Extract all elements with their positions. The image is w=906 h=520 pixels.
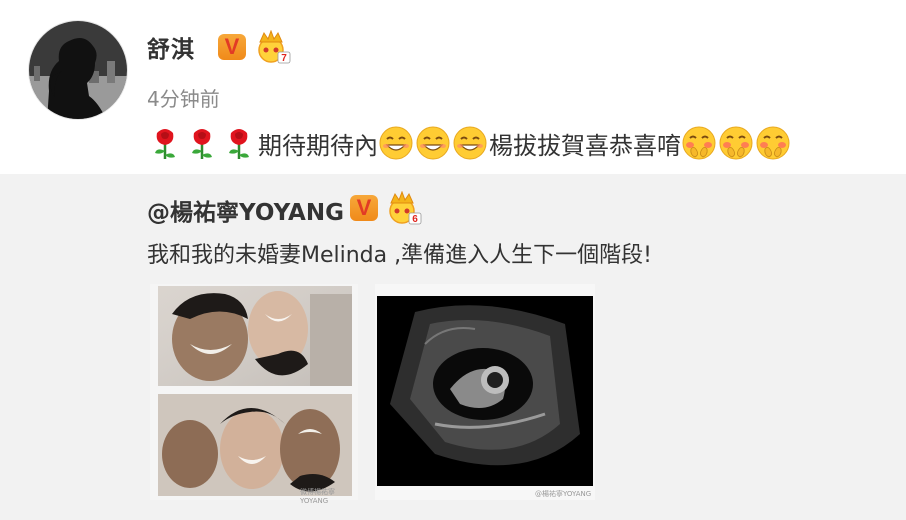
post-text: 期待期待內 楊拔拔賀喜恭喜唷 <box>147 122 792 164</box>
verified-v-badge-icon: V <box>350 195 378 221</box>
vip-crown-icon: 7 <box>258 30 291 64</box>
crown-level-label: 6 <box>412 214 418 225</box>
repost-username[interactable]: @楊祐寧YOYANG <box>147 193 344 227</box>
grin-emoji-icon <box>379 126 413 160</box>
post-username[interactable]: 舒淇 <box>147 30 195 64</box>
post-text-part2: 楊拔拔賀喜恭喜唷 <box>489 131 681 160</box>
crown-level-label: 7 <box>281 53 287 64</box>
post-text-part1: 期待期待內 <box>258 131 378 160</box>
grin-emoji-icon <box>416 126 450 160</box>
image-watermark: @楊祐寧YOYANG <box>535 490 592 498</box>
grin-emoji-icon <box>453 126 487 160</box>
ultrasound-image[interactable]: @楊祐寧YOYANG <box>375 284 595 500</box>
post-timestamp[interactable]: 4分钟前 <box>147 83 220 112</box>
vip-crown-icon: 6 <box>389 191 422 225</box>
avatar[interactable] <box>28 20 128 120</box>
rose-emoji-icon <box>192 129 212 159</box>
shy-emoji-icon <box>756 126 790 160</box>
rose-emoji-icon <box>155 129 175 159</box>
rose-emoji-icon <box>229 129 249 159</box>
image-watermark: 微博楊祐寧YOYANG <box>300 488 335 505</box>
shy-emoji-icon <box>719 126 753 160</box>
shy-emoji-icon <box>682 126 716 160</box>
photo-strip-image[interactable]: 微博楊祐寧YOYANG <box>150 284 358 505</box>
repost-text: 我和我的未婚妻Melinda ,準備進入人生下一個階段! <box>147 243 652 268</box>
verified-v-badge-icon: V <box>218 34 246 60</box>
repost-card[interactable]: @楊祐寧YOYANG V 6 我和我的未婚妻Melinda ,準備進入人生下一個… <box>0 174 906 520</box>
